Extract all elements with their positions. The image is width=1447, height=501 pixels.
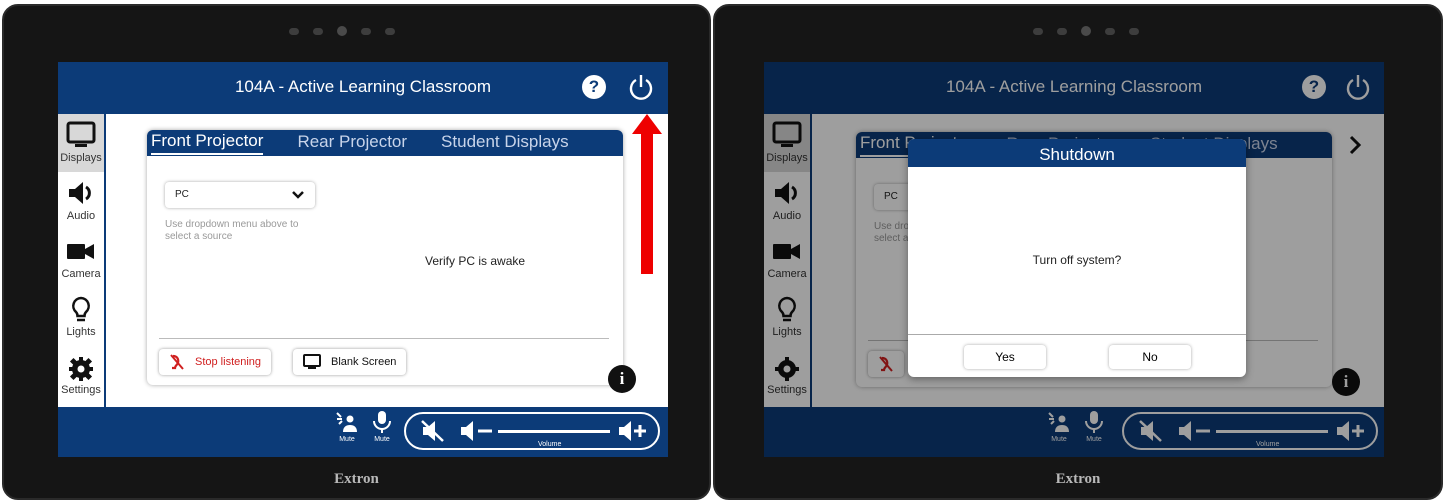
source-hint: Use dropdown menu above to select a sour…: [165, 219, 299, 242]
tab-front-projector[interactable]: Front Projector: [151, 131, 264, 155]
power-icon[interactable]: [627, 73, 655, 101]
sidebar-item-label: Displays: [60, 152, 102, 164]
blank-screen-button[interactable]: Blank Screen: [293, 349, 407, 375]
sidebar-item-label: Camera: [61, 268, 101, 280]
status-message: Verify PC is awake: [425, 254, 526, 268]
display-panel: Front Projector Rear Projector Student D…: [147, 130, 623, 385]
sidebar-item-label: Lights: [66, 326, 96, 338]
monitor-icon: [66, 121, 96, 147]
sidebar-item-label: Settings: [61, 384, 101, 396]
sidebar: Displays Audio Camera Lights Settings: [58, 114, 106, 407]
chevron-down-icon: [292, 191, 304, 199]
tab-student-displays[interactable]: Student Displays: [441, 132, 569, 154]
volume-slider[interactable]: [498, 430, 610, 433]
mute-speaker-button[interactable]: Mute: [333, 410, 361, 443]
touch-screen: 104A - Active Learning Classroom ? Displ…: [764, 62, 1384, 457]
shutdown-dialog: Shutdown Turn off system? Yes No: [908, 139, 1246, 377]
help-button[interactable]: ?: [582, 75, 606, 99]
divider: [159, 338, 609, 339]
sidebar-item-label: Audio: [66, 210, 96, 222]
red-arrow-indicator: [632, 114, 662, 274]
speaker-mute-icon: [336, 412, 357, 432]
camera-sensors: [1033, 26, 1139, 36]
volume-label: Volume: [538, 441, 562, 448]
mute-label: Mute: [374, 436, 390, 443]
tab-rear-projector[interactable]: Rear Projector: [297, 132, 407, 154]
dialog-divider: [908, 334, 1246, 335]
brand-logo: Extron: [1055, 471, 1101, 487]
stop-listening-icon: [170, 354, 184, 370]
camera-icon: [67, 244, 94, 259]
volume-down-icon[interactable]: [460, 419, 494, 443]
brand-logo: Extron: [334, 471, 379, 487]
sidebar-item-settings[interactable]: Settings: [58, 346, 104, 404]
volume-mute-icon[interactable]: [420, 419, 446, 443]
stop-listening-button[interactable]: Stop listening: [159, 349, 272, 375]
info-button[interactable]: i: [608, 365, 636, 393]
lightbulb-icon: [72, 296, 90, 322]
dialog-title: Shutdown: [908, 139, 1246, 167]
mute-mic-button[interactable]: Mute: [368, 410, 396, 443]
stop-listening-label: Stop listening: [195, 356, 262, 368]
microphone-icon: [373, 411, 391, 433]
yes-button[interactable]: Yes: [964, 345, 1046, 369]
touch-panel-shutdown: 104A - Active Learning Classroom ? Displ…: [713, 4, 1443, 500]
mute-label: Mute: [339, 436, 355, 443]
camera-sensors: [289, 26, 395, 36]
speaker-icon: [69, 182, 91, 204]
monitor-icon: [303, 354, 321, 369]
sidebar-item-camera[interactable]: Camera: [58, 230, 104, 288]
source-select[interactable]: PC: [165, 182, 315, 208]
touch-panel-main: 104A - Active Learning Classroom ? Displ…: [2, 4, 711, 500]
blank-screen-label: Blank Screen: [331, 356, 397, 368]
volume-control: Volume: [404, 412, 660, 450]
sidebar-item-lights[interactable]: Lights: [58, 288, 104, 346]
source-select-value: PC: [175, 189, 189, 200]
sidebar-item-audio[interactable]: Audio: [58, 172, 104, 230]
dialog-message: Turn off system?: [1032, 253, 1122, 267]
room-title: 104A - Active Learning Classroom: [234, 77, 492, 96]
volume-up-icon[interactable]: [618, 419, 648, 443]
touch-screen: 104A - Active Learning Classroom ? Displ…: [58, 62, 668, 457]
sidebar-item-displays[interactable]: Displays: [58, 114, 104, 172]
header-bar: 104A - Active Learning Classroom ?: [58, 62, 668, 114]
display-tabs: Front Projector Rear Projector Student D…: [147, 130, 623, 156]
gear-icon: [69, 357, 93, 381]
no-button[interactable]: No: [1109, 345, 1191, 369]
audio-footer: Mute Mute Volume: [58, 407, 668, 457]
